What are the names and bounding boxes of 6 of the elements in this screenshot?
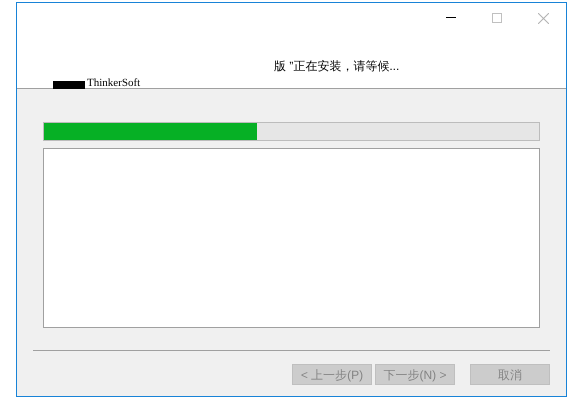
minimize-icon <box>446 17 456 19</box>
close-icon <box>538 12 548 24</box>
logo-icon <box>53 81 85 89</box>
logo-text: ThinkerSoft <box>87 77 140 89</box>
maximize-icon <box>492 13 502 23</box>
install-status-text: 版 ”正在安装，请等候... <box>274 59 400 73</box>
